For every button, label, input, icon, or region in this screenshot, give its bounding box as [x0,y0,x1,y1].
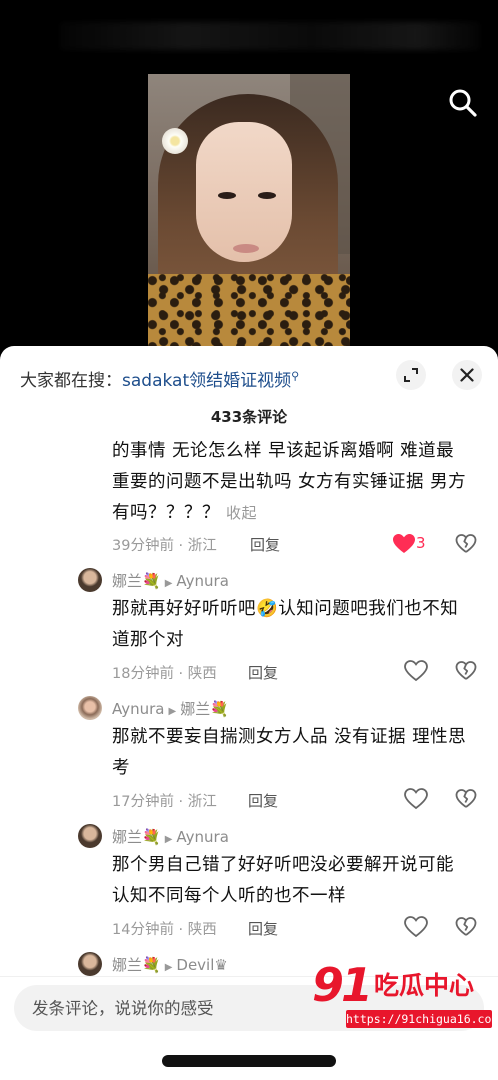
reply-author-row[interactable]: Aynura ▶ 娜兰💐 [112,698,229,719]
small-search-icon: ⚲ [291,369,300,383]
comment-meta: 17分钟前 · 浙江 [112,794,217,810]
reply-button[interactable]: 回复 [248,662,278,683]
video-player[interactable] [0,0,498,350]
like-count: 3 [416,534,426,552]
heart-icon[interactable] [404,660,428,682]
broken-heart-icon[interactable] [455,788,477,810]
avatar[interactable] [78,952,102,976]
watermark-title: 吃瓜中心 [374,971,475,1000]
reply-author-row[interactable]: 娜兰💐 ▶ Aynura [112,570,229,591]
search-suggestion[interactable]: 大家都在搜：sadakat领结婚证视频⚲ [20,366,299,391]
reply-button[interactable]: 回复 [248,790,278,811]
comment-meta: 39分钟前 · 浙江 [112,538,217,554]
watermark-number: 91 [312,958,373,1012]
search-keyword[interactable]: sadakat领结婚证视频 [122,371,291,391]
watermark-url: https://91chigua16.com [346,1010,498,1028]
close-icon[interactable] [452,360,482,390]
comment-text: 那就再好好听听吧🤣认知问题吧我们也不知 道那个对 [112,599,459,650]
avatar[interactable] [78,824,102,848]
hair-flower [162,128,188,154]
reply-button[interactable]: 回复 [248,918,278,939]
comment-text: 那就不要妄自揣测女方人品 没有证据 理性思 考 [112,727,467,778]
reply-arrow-icon: ▶ [164,834,173,845]
status-bar [60,22,480,50]
comment-count: 433条评论 [210,408,288,426]
broken-heart-icon[interactable] [455,660,477,682]
heart-icon[interactable] [404,788,428,810]
broken-heart-icon[interactable] [455,916,477,938]
collapse-button[interactable]: 收起 [226,504,257,522]
comment-meta: 14分钟前 · 陕西 [112,922,217,938]
comment-text: 的事情 无论怎么样 早该起诉离婚啊 难道最 重要的问题不是出轨吗 女方有实锤证据… [112,441,467,523]
reply-author-row[interactable]: 娜兰💐 ▶ Aynura [112,826,229,847]
reply-arrow-icon: ▶ [164,962,173,973]
comment-meta: 18分钟前 · 陕西 [112,666,217,682]
video-frame[interactable] [148,74,350,350]
sheet-header: 大家都在搜：sadakat领结婚证视频⚲ [0,346,498,402]
watermark-logo: 91 吃瓜中心 https://91chigua16.com [312,958,498,1034]
reply-author-row[interactable]: 娜兰💐 ▶ Devil♛ [112,954,228,975]
comment-text: 那个男自己错了好好听吧没必要解开说可能 认知不同每个人听的也不一样 [112,855,454,906]
reply-arrow-icon: ▶ [168,706,177,717]
reply-button[interactable]: 回复 [250,534,280,555]
reply-arrow-icon: ▶ [164,578,173,589]
search-icon[interactable] [446,86,480,120]
heart-icon[interactable] [404,916,428,938]
broken-heart-icon[interactable] [455,533,477,555]
expand-icon[interactable] [396,360,426,390]
heart-icon[interactable] [392,533,416,555]
home-indicator[interactable] [162,1055,336,1067]
avatar[interactable] [78,696,102,720]
avatar[interactable] [78,568,102,592]
